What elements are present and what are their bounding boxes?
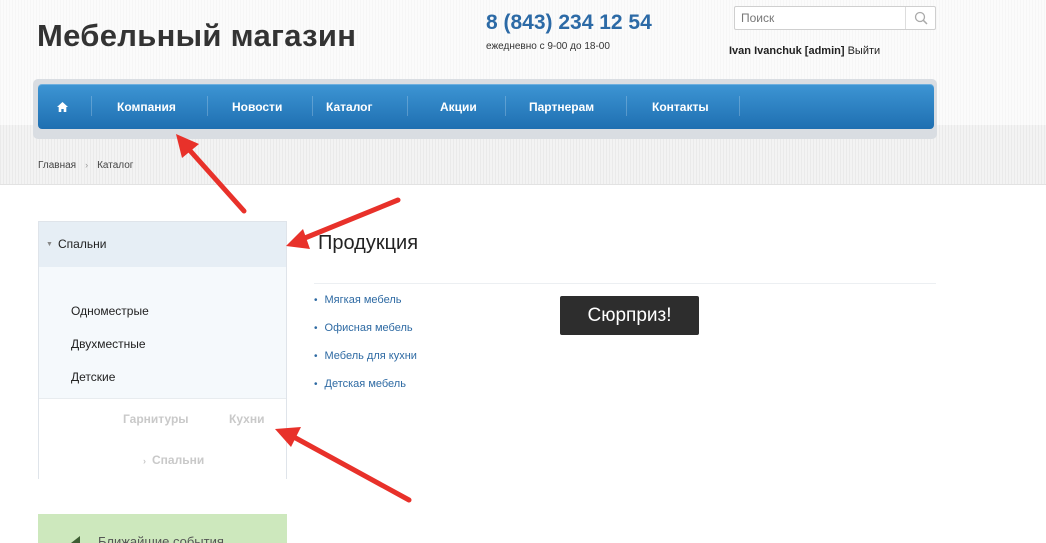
product-link-kids[interactable]: • Детская мебель — [314, 378, 406, 390]
phone-number: 8 (843) 234 12 54 — [486, 11, 652, 34]
sidebar-menu: ▼ Спальни Одноместрые Двухместные Детски… — [38, 221, 287, 479]
search-input[interactable] — [735, 7, 903, 29]
sidebar-footer-bedrooms-label: Спальни — [152, 453, 205, 467]
sidebar-section-header[interactable]: ▼ Спальни — [39, 222, 286, 267]
events-title: Ближайшие события — [98, 534, 224, 543]
sidebar-footer-sets[interactable]: Гарнитуры — [123, 412, 189, 426]
megaphone-icon — [71, 536, 80, 543]
chevron-right-icon: › — [143, 456, 146, 466]
nav-divider — [626, 96, 627, 116]
nav-divider — [207, 96, 208, 116]
surprise-tooltip: Сюрприз! — [560, 296, 699, 335]
page-title: Продукция — [318, 232, 419, 254]
nav-item-company[interactable]: Компания — [117, 84, 176, 129]
title-divider — [314, 283, 936, 284]
nav-divider — [739, 96, 740, 116]
events-panel[interactable]: Ближайшие события — [38, 514, 287, 543]
working-hours: ежедневно с 9-00 до 18-00 — [486, 41, 610, 52]
breadcrumb-home[interactable]: Главная — [38, 160, 76, 171]
caret-down-icon: ▼ — [46, 241, 53, 248]
sidebar-item-double[interactable]: Двухместные — [71, 337, 146, 351]
nav-divider — [91, 96, 92, 116]
search-icon[interactable] — [905, 7, 935, 29]
nav-divider — [312, 96, 313, 116]
nav-item-partners[interactable]: Партнерам — [529, 84, 594, 129]
annotation-arrowhead-2 — [286, 229, 310, 249]
bullet-icon: • — [314, 379, 318, 390]
logout-link[interactable]: Выйти — [848, 45, 881, 57]
product-link-label: Детская мебель — [324, 378, 406, 390]
nav-item-contacts[interactable]: Контакты — [652, 84, 709, 129]
sidebar-footer: Гарнитуры Кухни › Спальни — [39, 398, 286, 479]
product-link-soft[interactable]: • Мягкая мебель — [314, 294, 401, 306]
product-link-label: Мягкая мебель — [324, 294, 402, 306]
sidebar-submenu: Одноместрые Двухместные Детские — [39, 267, 286, 398]
nav-item-news[interactable]: Новости — [232, 84, 282, 129]
search-box — [734, 6, 936, 30]
breadcrumb: Главная › Каталог — [38, 160, 133, 171]
site-title[interactable]: Мебельный магазин — [37, 18, 356, 54]
nav-divider — [505, 96, 506, 116]
home-icon[interactable] — [56, 84, 69, 129]
product-link-label: Мебель для кухни — [324, 350, 417, 362]
sidebar-item-kids[interactable]: Детские — [71, 370, 115, 384]
bullet-icon: • — [314, 295, 318, 306]
sidebar-footer-kitchens[interactable]: Кухни — [229, 412, 264, 426]
breadcrumb-current: Каталог — [97, 160, 134, 171]
sidebar-footer-bedrooms[interactable]: › Спальни — [143, 453, 204, 467]
main-navbar: Компания Новости Каталог Акции Партнерам… — [38, 84, 934, 129]
user-bar: Ivan Ivanchuk [admin] Выйти — [729, 45, 880, 57]
sidebar-item-single[interactable]: Одноместрые — [71, 304, 149, 318]
bullet-icon: • — [314, 351, 318, 362]
nav-item-catalog[interactable]: Каталог — [326, 84, 373, 129]
nav-item-promos[interactable]: Акции — [440, 84, 477, 129]
product-link-label: Офисная мебель — [324, 322, 413, 334]
nav-divider — [407, 96, 408, 116]
breadcrumb-separator: › — [85, 160, 89, 170]
product-link-office[interactable]: • Офисная мебель — [314, 322, 413, 334]
bullet-icon: • — [314, 323, 318, 334]
annotation-arrow-3 — [289, 433, 412, 503]
product-link-kitchen[interactable]: • Мебель для кухни — [314, 350, 417, 362]
sidebar-section-title: Спальни — [58, 237, 107, 251]
user-name-link[interactable]: Ivan Ivanchuk [admin] — [729, 45, 845, 57]
